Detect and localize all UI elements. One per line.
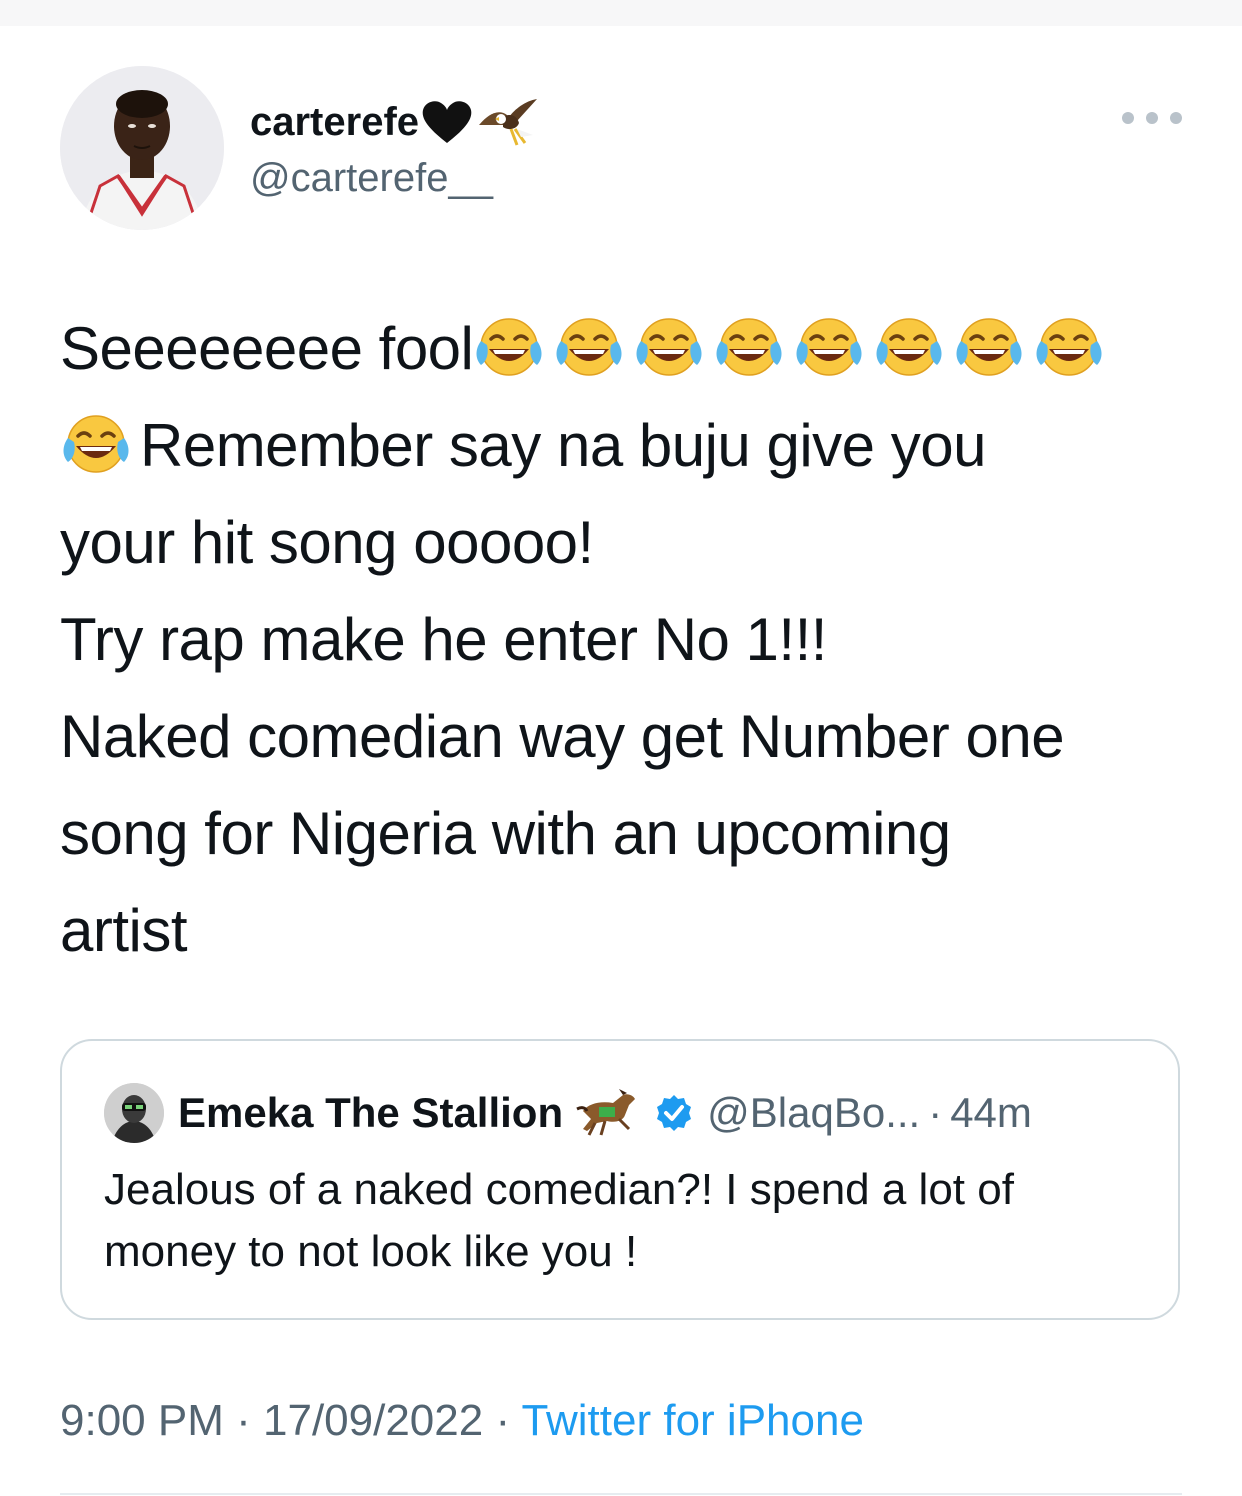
tweet-body: Seeeeeeee fool Remember say na buju give… — [60, 300, 1190, 979]
face-with-tears-of-joy-icon — [60, 408, 132, 480]
author-names: carterefe @carterefe__ — [250, 96, 539, 201]
author-handle[interactable]: @carterefe__ — [250, 156, 539, 201]
emoji-row-1 — [473, 315, 1113, 382]
tweet-text-segment: Remember say na buju give you — [140, 412, 986, 479]
tweet-line-3: your hit song ooooo! — [60, 509, 594, 576]
tweet-line-7: artist — [60, 897, 188, 964]
more-dot-icon — [1170, 112, 1182, 124]
tweet-metadata: 9:00 PM · 17/09/2022 · Twitter for iPhon… — [60, 1396, 864, 1446]
tweet-line-2: Remember say na buju give you — [60, 397, 1190, 494]
author-avatar[interactable] — [60, 66, 224, 230]
tweet-source-link[interactable]: Twitter for iPhone — [522, 1396, 864, 1445]
quoted-tweet-time: 44m — [950, 1089, 1032, 1136]
face-with-tears-of-joy-icon — [953, 311, 1025, 383]
dot-separator: · — [236, 1396, 251, 1445]
more-options-button[interactable] — [1122, 106, 1182, 130]
face-with-tears-of-joy-icon — [1033, 311, 1105, 383]
tweet-line-6: song for Nigeria with an upcoming — [60, 800, 951, 867]
author-display-name[interactable]: carterefe — [250, 100, 419, 145]
face-with-tears-of-joy-icon — [473, 311, 545, 383]
quoted-tweet-text: Jealous of a naked comedian?! I spend a … — [104, 1165, 1014, 1276]
more-dot-icon — [1122, 112, 1134, 124]
face-with-tears-of-joy-icon — [553, 311, 625, 383]
racehorse-icon — [575, 1085, 641, 1141]
more-dot-icon — [1146, 112, 1158, 124]
face-with-tears-of-joy-icon — [873, 311, 945, 383]
quoted-author-name: Emeka The Stallion — [178, 1089, 564, 1136]
emoji-row-2 — [60, 412, 140, 479]
face-with-tears-of-joy-icon — [713, 311, 785, 383]
display-name-row[interactable]: carterefe — [250, 96, 539, 148]
dot-separator: · — [495, 1396, 511, 1445]
black-heart-icon — [419, 97, 475, 147]
quoted-author-avatar — [104, 1083, 164, 1143]
verified-badge-icon — [655, 1094, 693, 1132]
face-with-tears-of-joy-icon — [633, 311, 705, 383]
tweet-line-1: Seeeeeeee fool — [60, 300, 1190, 397]
tweet-text-segment: Seeeeeeee fool — [60, 315, 474, 382]
quoted-author-handle: @BlaqBo... — [707, 1089, 921, 1136]
divider — [60, 1493, 1182, 1495]
eagle-icon — [477, 95, 539, 149]
tweet-header: carterefe @carterefe__ — [60, 66, 1182, 232]
tweet-date: 17/09/2022 — [263, 1396, 484, 1445]
face-with-tears-of-joy-icon — [793, 311, 865, 383]
status-bar-area — [0, 0, 1242, 26]
dot-separator: · — [928, 1089, 943, 1136]
tweet-time: 9:00 PM — [60, 1396, 224, 1445]
tweet-line-5: Naked comedian way get Number one — [60, 703, 1065, 770]
quoted-tweet-card[interactable]: Emeka The Stallion @BlaqBo... · 44m Jeal… — [60, 1039, 1180, 1320]
tweet-line-4: Try rap make he enter No 1!!! — [60, 606, 827, 673]
quoted-tweet-header: Emeka The Stallion @BlaqBo... · 44m — [104, 1083, 1032, 1143]
